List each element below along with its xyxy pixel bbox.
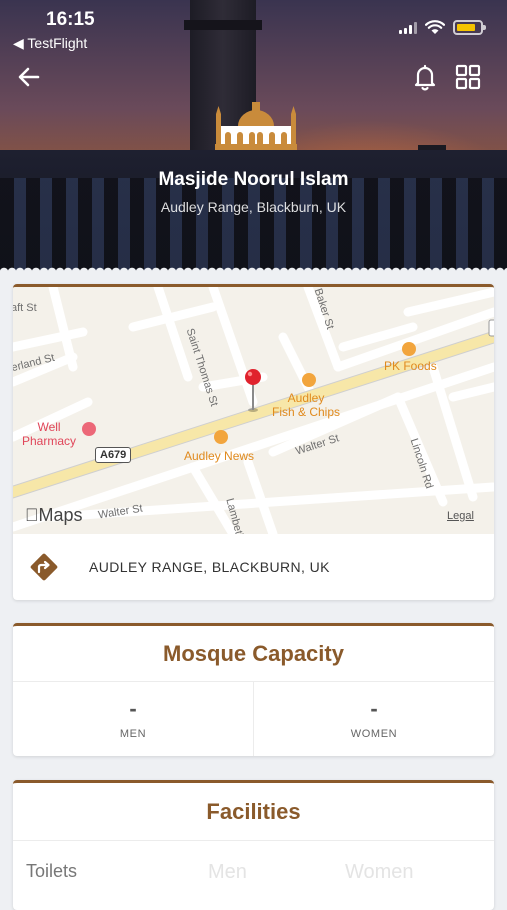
status-time: 16:15 <box>46 9 95 30</box>
facility-label: Toilets <box>26 861 78 881</box>
directions-icon <box>30 553 58 581</box>
location-card: aft St erland St Saint Thomas St Baker S… <box>13 284 494 600</box>
mosque-address: Audley Range, Blackburn, UK <box>160 199 347 215</box>
back-arrow-icon[interactable] <box>14 62 44 92</box>
status-icons <box>399 20 486 35</box>
location-pin-icon <box>245 369 261 385</box>
poi-audley-fish-chips[interactable]: Audley Fish & Chips <box>272 391 340 419</box>
wifi-icon <box>425 20 445 34</box>
facilities-title: Facilities <box>13 783 494 841</box>
capacity-women-value: - <box>370 696 378 721</box>
map-street-label: aft St <box>13 302 37 314</box>
poi-well-pharmacy[interactable]: Well Pharmacy <box>22 420 76 448</box>
capacity-men-label: MEN <box>119 728 147 740</box>
grid-menu-icon[interactable] <box>453 62 483 92</box>
poi-audley-news[interactable]: Audley News <box>184 449 254 463</box>
capacity-women: - WOMEN <box>253 682 494 756</box>
road-badge: A679 <box>95 447 132 463</box>
bell-icon[interactable] <box>410 62 440 92</box>
capacity-men: - MEN <box>13 682 253 756</box>
map-roads <box>13 287 494 534</box>
pk-foods-poi-icon <box>402 342 416 356</box>
map-view[interactable]: aft St erland St Saint Thomas St Baker S… <box>13 287 494 534</box>
mosque-name: Masjide Noorul Islam <box>158 169 349 190</box>
capacity-title: Mosque Capacity <box>13 626 494 682</box>
capacity-men-value: - <box>129 696 137 721</box>
audley-news-poi-icon <box>214 430 228 444</box>
facility-row-toilets: Toilets Men Women <box>13 841 494 901</box>
apple-icon:  <box>25 505 39 525</box>
back-to-testflight[interactable]: ◀ TestFlight <box>13 35 87 52</box>
maps-brand-label: Maps <box>25 505 83 525</box>
mosque-capacity-card: Mosque Capacity - MEN - WOMEN <box>13 623 494 756</box>
map-legal-link[interactable]: Legal <box>447 510 474 522</box>
capacity-women-label: WOMEN <box>350 728 398 740</box>
address-text: AUDLEY RANGE, BLACKBURN, UK <box>89 559 330 575</box>
pharmacy-poi-icon <box>82 422 96 436</box>
fish-chips-poi-icon <box>302 373 316 387</box>
address-row[interactable]: AUDLEY RANGE, BLACKBURN, UK <box>13 534 494 600</box>
apple-maps-logo: Maps <box>25 505 83 526</box>
mosque-logo-icon <box>215 102 297 150</box>
facility-men-status: Men <box>208 861 247 883</box>
battery-icon <box>453 20 486 35</box>
scalloped-edge <box>0 264 507 272</box>
facility-women-status: Women <box>345 861 414 883</box>
facilities-card: Facilities Toilets Men Women <box>13 780 494 910</box>
cellular-signal-icon <box>399 21 417 34</box>
poi-pk-foods[interactable]: PK Foods <box>384 359 437 373</box>
